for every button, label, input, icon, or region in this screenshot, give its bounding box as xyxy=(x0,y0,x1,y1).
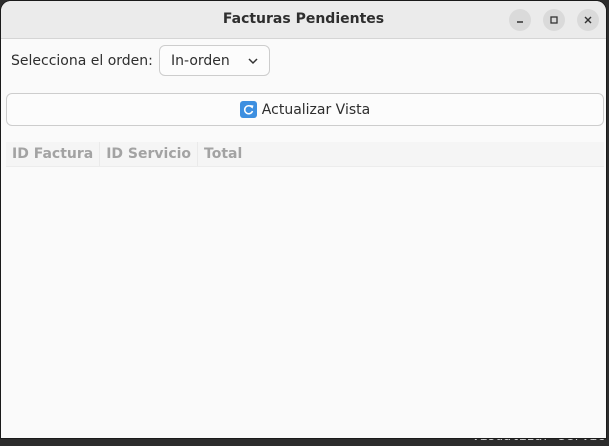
window-content: Selecciona el orden: In-orden Actualizar… xyxy=(1,39,606,438)
close-button[interactable] xyxy=(577,9,599,31)
minimize-button[interactable] xyxy=(509,9,531,31)
order-row: Selecciona el orden: xyxy=(11,45,153,77)
app-window: Facturas Pendientes Selecciona el orden:… xyxy=(1,1,606,438)
maximize-icon xyxy=(550,16,558,24)
chevron-down-icon xyxy=(248,58,258,65)
minimize-icon xyxy=(517,21,523,23)
close-icon xyxy=(584,16,592,24)
table-header: ID Factura ID Servicio Total xyxy=(6,142,604,167)
column-header-id-factura[interactable]: ID Factura xyxy=(6,142,101,166)
order-label: Selecciona el orden: xyxy=(11,53,153,69)
order-dropdown[interactable]: In-orden xyxy=(159,45,270,76)
refresh-icon xyxy=(239,101,257,118)
column-header-total[interactable]: Total xyxy=(198,142,248,166)
maximize-button[interactable] xyxy=(543,9,565,31)
refresh-view-button[interactable]: Actualizar Vista xyxy=(6,93,604,126)
invoices-table: ID Factura ID Servicio Total xyxy=(6,142,604,167)
column-header-id-servicio[interactable]: ID Servicio xyxy=(100,142,199,166)
refresh-view-label: Actualizar Vista xyxy=(261,101,371,118)
order-dropdown-value: In-orden xyxy=(171,52,230,69)
title-bar[interactable]: Facturas Pendientes xyxy=(1,1,606,39)
